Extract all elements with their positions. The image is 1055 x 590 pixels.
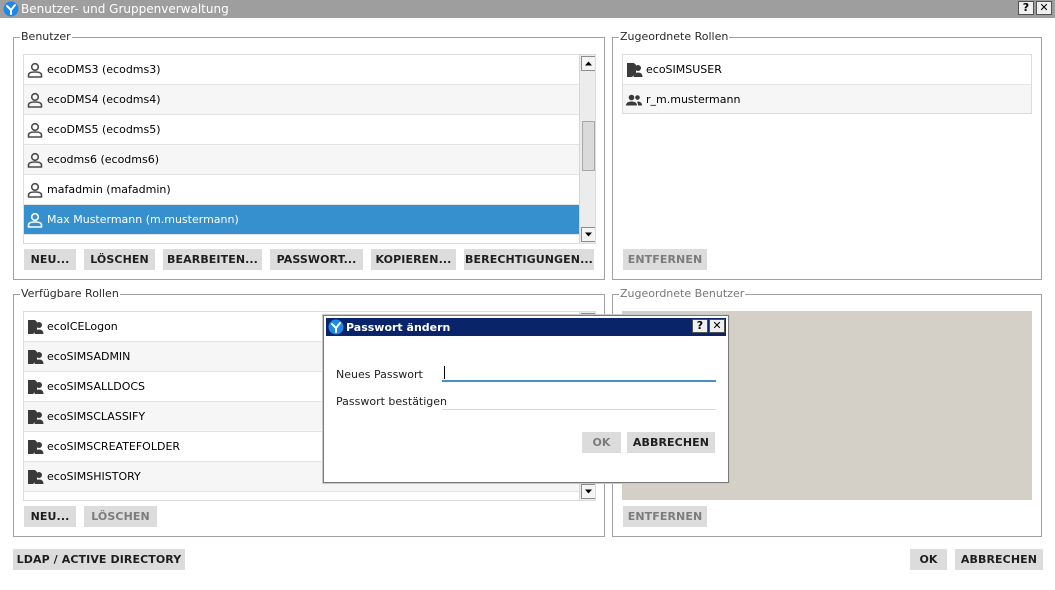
help-button[interactable]: ?: [1018, 1, 1034, 15]
dialog-cancel-button[interactable]: ABBRECHEN: [627, 432, 715, 453]
ok-button[interactable]: OK: [910, 549, 947, 570]
window-titlebar: Benutzer- und Gruppenverwaltung ? ✕: [0, 0, 1055, 18]
confirm-password-input[interactable]: [442, 392, 716, 410]
user-list-item-selected[interactable]: Max Mustermann (m.mustermann): [24, 205, 579, 235]
app-icon: [3, 1, 19, 17]
new-role-button[interactable]: NEU...: [24, 506, 76, 527]
permissions-button[interactable]: BERECHTIGUNGEN...: [464, 249, 594, 270]
user-icon: [26, 121, 44, 139]
scroll-up-button[interactable]: [581, 56, 595, 71]
user-label: Max Mustermann (m.mustermann): [47, 213, 239, 226]
dialog-help-button[interactable]: ?: [692, 319, 708, 333]
role-label: ecoSIMSCREATEFOLDER: [47, 440, 181, 453]
arrow-down-icon: [585, 232, 592, 237]
user-label: ecoDMS3 (ecodms3): [47, 63, 161, 76]
role-label: ecoSIMSCLASSIFY: [47, 410, 146, 423]
user-list-item[interactable]: ecoDMS4 (ecodms4): [24, 85, 579, 115]
assigned-role-label: r_m.mustermann: [646, 93, 741, 106]
user-label: ecoDMS4 (ecodms4): [47, 93, 161, 106]
password-button[interactable]: PASSWORT...: [270, 249, 363, 270]
user-label: mafadmin (mafadmin): [47, 183, 171, 196]
assigned-roles-legend: Zugeordnete Rollen: [619, 30, 730, 43]
ldap-active-directory-button[interactable]: LDAP / ACTIVE DIRECTORY: [13, 549, 185, 570]
group-icon: [625, 91, 643, 109]
scroll-thumb[interactable]: [582, 121, 595, 171]
user-icon: [26, 211, 44, 229]
role-icon: [26, 378, 44, 396]
users-legend: Benutzer: [20, 30, 72, 43]
role-label: ecoSIMSALLDOCS: [47, 380, 146, 393]
remove-role-button[interactable]: ENTFERNEN: [623, 249, 707, 270]
role-icon: [26, 408, 44, 426]
new-password-label: Neues Passwort: [336, 368, 423, 381]
app-icon: [328, 319, 344, 335]
user-icon: [26, 151, 44, 169]
scroll-down-button[interactable]: [581, 484, 595, 499]
text-cursor: [444, 366, 445, 379]
assigned-roles-list[interactable]: ecoSIMSUSER r_m.mustermann: [622, 54, 1032, 114]
remove-user-button[interactable]: ENTFERNEN: [623, 506, 707, 527]
role-label: ecoSIMSHISTORY: [47, 470, 141, 483]
scroll-down-button[interactable]: [581, 227, 595, 242]
assigned-role-item[interactable]: r_m.mustermann: [623, 85, 1031, 113]
dialog-ok-button[interactable]: OK: [582, 432, 621, 453]
password-dialog: Passwort ändern ? ✕ Neues Passwort Passw…: [323, 315, 729, 483]
delete-role-button[interactable]: LÖSCHEN: [84, 506, 157, 527]
role-label: ecoICELogon: [47, 320, 118, 333]
role-icon: [26, 348, 44, 366]
users-list[interactable]: ecoDMS3 (ecodms3) ecoDMS4 (ecodms4) ecoD…: [23, 54, 596, 244]
edit-user-button[interactable]: BEARBEITEN...: [163, 249, 262, 270]
dialog-close-button[interactable]: ✕: [709, 319, 725, 333]
user-icon: [26, 91, 44, 109]
confirm-password-label: Passwort bestätigen: [336, 395, 448, 408]
role-icon: [26, 468, 44, 486]
user-list-item[interactable]: ecodms6 (ecodms6): [24, 145, 579, 175]
role-icon: [26, 318, 44, 336]
users-scrollbar[interactable]: [579, 55, 595, 243]
user-icon: [26, 61, 44, 79]
user-label: ecodms6 (ecodms6): [47, 153, 160, 166]
copy-user-button[interactable]: KOPIEREN...: [371, 249, 456, 270]
password-dialog-title: Passwort ändern: [346, 321, 451, 334]
window-title: Benutzer- und Gruppenverwaltung: [21, 2, 229, 16]
user-list-item[interactable]: mafadmin (mafadmin): [24, 175, 579, 205]
arrow-up-icon: [585, 61, 592, 66]
close-button[interactable]: ✕: [1036, 1, 1052, 15]
user-list-item[interactable]: ecoDMS5 (ecodms5): [24, 115, 579, 145]
role-list-item-partial: [24, 492, 579, 500]
user-label: ecoDMS5 (ecodms5): [47, 123, 161, 136]
available-roles-legend: Verfügbare Rollen: [20, 287, 120, 300]
user-list-item-partial: [24, 235, 579, 243]
role-label: ecoSIMSADMIN: [47, 350, 131, 363]
new-user-button[interactable]: NEU...: [24, 249, 76, 270]
assigned-role-item[interactable]: ecoSIMSUSER: [623, 55, 1031, 85]
user-icon: [26, 181, 44, 199]
password-dialog-titlebar: Passwort ändern ? ✕: [326, 318, 726, 336]
role-icon: [625, 61, 643, 79]
arrow-down-icon: [585, 489, 592, 494]
user-list-item[interactable]: ecoDMS3 (ecodms3): [24, 55, 579, 85]
role-icon: [26, 438, 44, 456]
new-password-input[interactable]: [442, 364, 716, 382]
delete-user-button[interactable]: LÖSCHEN: [84, 249, 155, 270]
cancel-button[interactable]: ABBRECHEN: [955, 549, 1043, 570]
assigned-users-legend: Zugeordnete Benutzer: [619, 287, 746, 300]
assigned-role-label: ecoSIMSUSER: [646, 63, 722, 76]
